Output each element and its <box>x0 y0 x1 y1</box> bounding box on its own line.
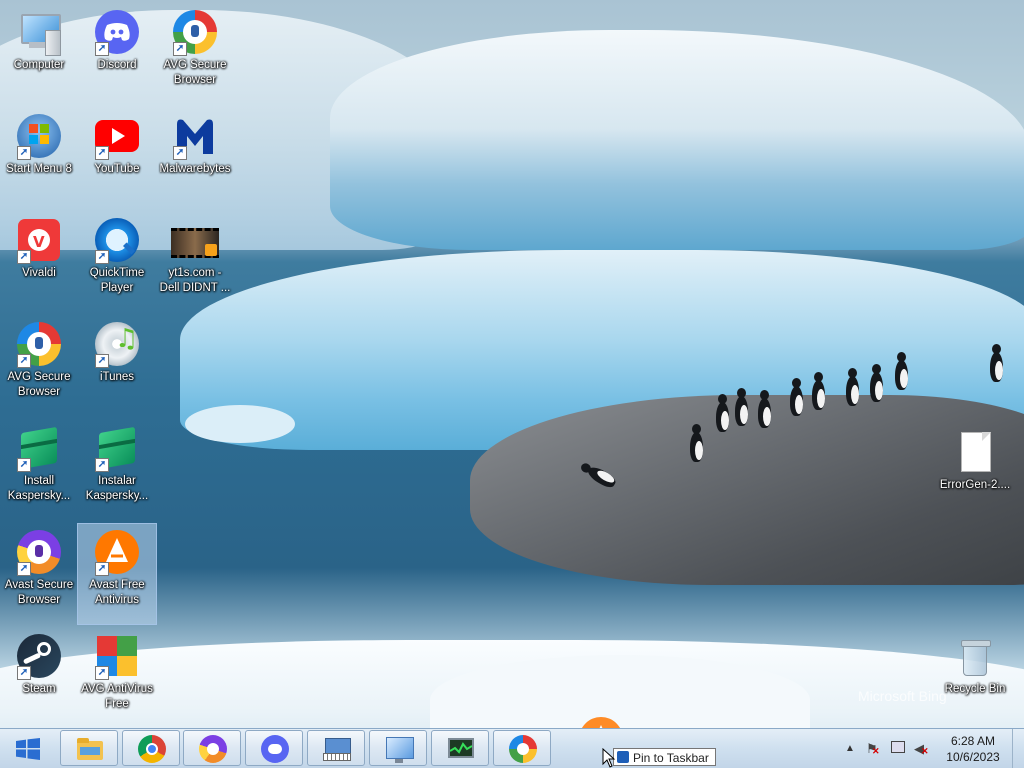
clock-time: 6:28 AM <box>950 734 996 748</box>
desktop-icon-computer[interactable]: Computer <box>0 4 78 104</box>
wallpaper-iceberg <box>330 30 1024 250</box>
penguin <box>990 344 1003 382</box>
vivaldi-icon: V ➚ <box>15 216 63 264</box>
desktop-icon-errorgen-file[interactable]: ErrorGen-2.... <box>936 424 1014 524</box>
windows-logo-icon <box>16 738 40 760</box>
shortcut-arrow-icon: ➚ <box>95 458 109 472</box>
quicktime-icon: ➚ <box>93 216 141 264</box>
show-desktop-button[interactable] <box>1012 729 1024 768</box>
shortcut-arrow-icon: ➚ <box>95 354 109 368</box>
mouse-cursor-icon <box>602 748 616 768</box>
file-explorer-icon <box>76 735 104 763</box>
start-menu-8-icon: ➚ <box>15 112 63 160</box>
shortcut-arrow-icon: ➚ <box>17 250 31 264</box>
shortcut-arrow-icon: ➚ <box>173 42 187 56</box>
desktop-icon-vivaldi[interactable]: V ➚ Vivaldi <box>0 212 78 312</box>
taskbar-task-manager[interactable] <box>431 730 489 766</box>
youtube-icon: ➚ <box>93 112 141 160</box>
taskbar-on-screen-keyboard[interactable] <box>307 730 365 766</box>
video-file-icon <box>171 216 219 264</box>
shortcut-arrow-icon: ➚ <box>95 562 109 576</box>
desktop-icon-recycle-bin[interactable]: Recycle Bin <box>936 628 1014 728</box>
penguin <box>812 372 825 410</box>
avg-secure-browser-icon: ➚ <box>171 8 219 56</box>
taskbar-clock[interactable]: 6:28 AM 10/6/2023 <box>933 733 1013 765</box>
network-icon[interactable] <box>891 741 905 756</box>
desktop-icon-avg-antivirus-free[interactable]: ➚ AVG AntiVirus Free <box>78 628 156 728</box>
desktop-icon-itunes[interactable]: ♫ ➚ iTunes <box>78 316 156 416</box>
volume-muted-icon[interactable]: ◀ ✕ <box>914 741 929 757</box>
clock-date: 10/6/2023 <box>946 750 1000 764</box>
control-panel-icon <box>385 735 414 763</box>
desktop-icon-malwarebytes[interactable]: ➚ Malwarebytes <box>156 108 234 208</box>
shortcut-arrow-icon: ➚ <box>95 42 109 56</box>
bing-watermark: Microsoft Bing <box>858 688 947 704</box>
avg-secure-browser-icon: ➚ <box>15 320 63 368</box>
shortcut-arrow-icon: ➚ <box>173 146 187 160</box>
desktop-icon-quicktime-player[interactable]: ➚ QuickTime Player <box>78 212 156 312</box>
recycle-bin-icon <box>951 632 999 680</box>
avg-secure-browser-icon <box>509 735 537 763</box>
task-manager-icon <box>447 735 475 763</box>
taskbar-control-panel[interactable] <box>369 730 427 766</box>
desktop-icon-video-file[interactable]: yt1s.com - Dell DIDNT ... <box>156 212 234 312</box>
taskbar: ▲ ⚑ ✕ ◀ ✕ 6:28 AM 10/6/2023 <box>0 728 1024 768</box>
discord-icon: ➚ <box>93 8 141 56</box>
kaspersky-icon: ➚ <box>93 424 141 472</box>
penguin <box>790 378 803 416</box>
shortcut-arrow-icon: ➚ <box>17 146 31 160</box>
penguin <box>716 394 729 432</box>
avg-antivirus-icon: ➚ <box>93 632 141 680</box>
shortcut-arrow-icon: ➚ <box>95 250 109 264</box>
desktop-icon-steam[interactable]: ➚ Steam <box>0 628 78 728</box>
shortcut-arrow-icon <box>617 751 629 763</box>
desktop-icon-avg-secure-browser[interactable]: ➚ AVG Secure Browser <box>156 4 234 104</box>
itunes-icon: ♫ ➚ <box>93 320 141 368</box>
desktop-icon-instalar-kaspersky[interactable]: ➚ Instalar Kaspersky... <box>78 420 156 520</box>
shortcut-arrow-icon: ➚ <box>95 666 109 680</box>
desktop-icon-avg-secure-browser[interactable]: ➚ AVG Secure Browser <box>0 316 78 416</box>
computer-icon <box>15 8 63 56</box>
desktop-icon-avast-secure-browser[interactable]: ➚ Avast Secure Browser <box>0 524 78 624</box>
taskbar-file-explorer[interactable] <box>60 730 118 766</box>
kaspersky-icon: ➚ <box>15 424 63 472</box>
wallpaper-ice-floe <box>185 405 295 443</box>
chrome-icon <box>138 735 166 763</box>
pin-to-taskbar-tooltip: Pin to Taskbar <box>613 748 716 766</box>
start-button[interactable] <box>0 729 56 768</box>
penguin <box>895 352 908 390</box>
taskbar-avg-browser[interactable] <box>183 730 241 766</box>
penguin <box>870 364 883 402</box>
show-hidden-icons-chevron-icon[interactable]: ▲ <box>845 743 855 754</box>
taskbar-discord[interactable] <box>245 730 303 766</box>
avast-secure-browser-icon: ➚ <box>15 528 63 576</box>
penguin <box>846 368 859 406</box>
malwarebytes-icon: ➚ <box>171 112 219 160</box>
on-screen-keyboard-icon <box>323 735 351 763</box>
desktop-icon-discord[interactable]: ➚ Discord <box>78 4 156 104</box>
shortcut-arrow-icon: ➚ <box>17 562 31 576</box>
avg-browser-icon <box>199 735 227 763</box>
penguin <box>758 390 771 428</box>
penguin <box>690 424 703 462</box>
desktop-icon-youtube[interactable]: ➚ YouTube <box>78 108 156 208</box>
action-center-flag-icon[interactable]: ⚑ ✕ <box>866 741 880 757</box>
desktop-icon-avast-free-antivirus[interactable]: ➚ Avast Free Antivirus <box>77 523 157 625</box>
taskbar-chrome[interactable] <box>122 730 180 766</box>
shortcut-arrow-icon: ➚ <box>95 146 109 160</box>
discord-icon <box>261 735 289 763</box>
desktop-icon-start-menu-8[interactable]: ➚ Start Menu 8 <box>0 108 78 208</box>
shortcut-arrow-icon: ➚ <box>17 666 31 680</box>
avast-antivirus-icon: ➚ <box>93 528 141 576</box>
blank-file-icon <box>951 428 999 476</box>
shortcut-arrow-icon: ➚ <box>17 354 31 368</box>
penguin <box>735 388 748 426</box>
taskbar-avg-secure-browser[interactable] <box>493 730 551 766</box>
desktop-icon-install-kaspersky[interactable]: ➚ Install Kaspersky... <box>0 420 78 520</box>
shortcut-arrow-icon: ➚ <box>17 458 31 472</box>
steam-icon: ➚ <box>15 632 63 680</box>
